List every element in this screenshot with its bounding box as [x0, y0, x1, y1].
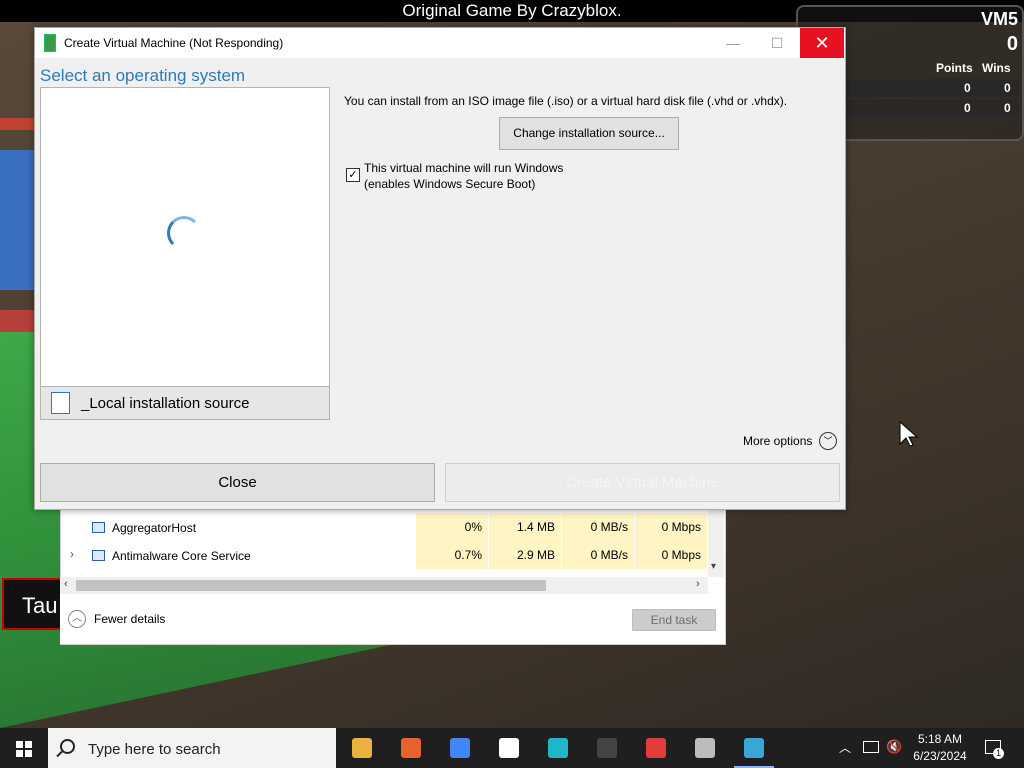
- change-installation-source-button[interactable]: Change installation source...: [499, 117, 679, 150]
- window-close-button[interactable]: ✕: [800, 28, 844, 58]
- search-placeholder: Type here to search: [88, 741, 221, 758]
- chevron-up-icon[interactable]: ︿: [68, 610, 86, 628]
- taskbar-app-button[interactable]: [436, 728, 484, 768]
- chevron-up-icon[interactable]: ︿: [839, 739, 851, 756]
- windows-logo-icon: [16, 741, 32, 757]
- 7zip-icon: [499, 738, 519, 758]
- create-vm-button[interactable]: Create Virtual Machine: [445, 463, 840, 502]
- taskbar-app-button[interactable]: [338, 728, 386, 768]
- window-title: Create Virtual Machine (Not Responding): [64, 36, 284, 50]
- network-cell: 0 Mbps: [635, 541, 707, 569]
- fewer-details-link[interactable]: Fewer details: [94, 612, 165, 626]
- taskbar-app-button[interactable]: [583, 728, 631, 768]
- taskbar-app-button[interactable]: [534, 728, 582, 768]
- score-wins: 0: [1004, 101, 1011, 115]
- score-row: 0 0: [846, 79, 1018, 97]
- scroll-thumb[interactable]: [76, 580, 546, 591]
- page-heading: Select an operating system: [40, 66, 246, 85]
- network-cell: 0 Mbps: [635, 513, 707, 541]
- install-description: You can install from an ISO image file (…: [344, 94, 788, 108]
- process-name: AggregatorHost: [112, 521, 197, 535]
- game-strip: [0, 118, 34, 130]
- start-button[interactable]: [0, 728, 48, 768]
- points-header: Points: [936, 61, 973, 75]
- vertical-scrollbar[interactable]: ▾: [708, 505, 724, 577]
- taskbar-app-button[interactable]: [681, 728, 729, 768]
- app-icon: [44, 34, 56, 52]
- taskbar: Type here to search ︿ 🔇 5:18 AM 6/23/202…: [0, 728, 1024, 768]
- notification-badge: 1: [993, 748, 1004, 759]
- chevron-down-icon[interactable]: ﹀: [819, 432, 837, 450]
- taskbar-app-button[interactable]: [730, 728, 778, 768]
- vpn-icon: [548, 738, 568, 758]
- windows-checkbox-sublabel[interactable]: (enables Windows Secure Boot): [364, 177, 535, 191]
- minimize-button[interactable]: —: [711, 28, 755, 58]
- clock-time[interactable]: 5:18 AM: [917, 732, 963, 746]
- search-icon: [60, 739, 75, 754]
- loading-spinner-icon: [167, 216, 201, 250]
- taskbar-app-button[interactable]: [485, 728, 533, 768]
- local-installation-source-label: _Local installation source: [81, 395, 250, 412]
- more-options-link[interactable]: More options: [743, 434, 812, 448]
- local-installation-source-button[interactable]: _Local installation source: [40, 386, 330, 420]
- maximize-button[interactable]: ☐: [755, 28, 799, 58]
- wins-header: Wins: [982, 61, 1011, 75]
- score-row: 0 0: [846, 99, 1018, 117]
- disk-cell: 0 MB/s: [562, 513, 634, 541]
- firefox-icon: [401, 738, 421, 758]
- process-icon: [92, 522, 105, 533]
- process-name: Antimalware Core Service: [112, 549, 251, 563]
- hyper-v-icon: [744, 738, 764, 758]
- horizontal-scrollbar[interactable]: ‹ ›: [60, 577, 708, 594]
- remote-desktop-icon: [695, 738, 715, 758]
- process-icon: [92, 550, 105, 561]
- roblox-studio-icon: [646, 738, 666, 758]
- game-wall: [0, 150, 34, 290]
- chrome-icon: [450, 738, 470, 758]
- cpu-cell: 0%: [416, 513, 488, 541]
- volume-muted-icon[interactable]: 🔇: [886, 739, 902, 755]
- taunt-button[interactable]: Tau: [2, 578, 62, 630]
- network-icon[interactable]: [863, 741, 879, 753]
- taskbar-app-button[interactable]: [387, 728, 435, 768]
- scroll-right-icon[interactable]: ›: [696, 578, 700, 590]
- cpu-cell: 0.7%: [416, 541, 488, 569]
- disk-cell: 0 MB/s: [562, 541, 634, 569]
- install-source-icon: [51, 392, 70, 414]
- title-bar[interactable]: Create Virtual Machine (Not Responding) …: [35, 28, 845, 58]
- memory-cell: 2.9 MB: [489, 541, 561, 569]
- os-list[interactable]: [40, 87, 330, 387]
- score-points: 0: [964, 101, 971, 115]
- windows-checkbox[interactable]: ✓: [346, 168, 360, 182]
- score-wins: 0: [1004, 81, 1011, 95]
- player-name: VM5: [980, 9, 1018, 29]
- task-manager-footer: ︿ Fewer details End task: [60, 594, 724, 644]
- windows-checkbox-label[interactable]: This virtual machine will run Windows: [364, 161, 563, 175]
- mouse-cursor-icon: [899, 420, 919, 447]
- scroll-down-icon[interactable]: ▾: [711, 561, 716, 572]
- taskbar-app-button[interactable]: [632, 728, 680, 768]
- scroll-left-icon[interactable]: ‹: [64, 578, 68, 590]
- game-strip: [0, 310, 34, 332]
- taskbar-search[interactable]: Type here to search: [48, 728, 336, 768]
- steam-icon: [597, 738, 617, 758]
- score-points: 0: [964, 81, 971, 95]
- close-button[interactable]: Close: [40, 463, 435, 502]
- memory-cell: 1.4 MB: [489, 513, 561, 541]
- table-row[interactable]: › Antimalware Core Service 0.7% 2.9 MB 0…: [61, 541, 707, 569]
- end-task-button[interactable]: End task: [632, 609, 716, 631]
- table-row[interactable]: AggregatorHost 0% 1.4 MB 0 MB/s 0 Mbps: [61, 513, 707, 541]
- player-score: 0: [1006, 33, 1018, 55]
- file-explorer-icon: [352, 738, 372, 758]
- clock-date[interactable]: 6/23/2024: [908, 749, 972, 763]
- create-vm-dialog: Create Virtual Machine (Not Responding) …: [34, 27, 846, 510]
- expand-chevron-icon[interactable]: ›: [70, 547, 74, 561]
